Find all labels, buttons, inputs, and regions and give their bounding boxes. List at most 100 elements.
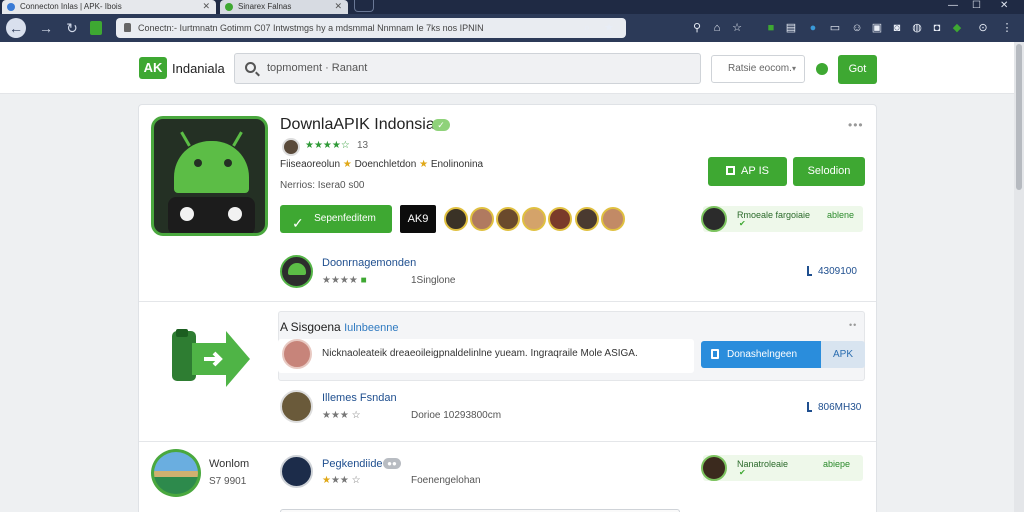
user-avatar[interactable] [601,207,625,231]
rating-count: 13 [357,140,369,151]
antenna-shape [180,131,191,147]
developer-avatar [701,455,727,481]
search-input[interactable]: topmoment · Ranant [234,53,701,84]
android-eye-shape [224,159,232,167]
bookmark-star-icon[interactable]: ★ [602,21,616,35]
user-avatar[interactable] [470,207,494,231]
user-avatar[interactable] [575,207,599,231]
tab-label: Sinarex Falnas [238,2,292,11]
new-tab-button[interactable] [354,0,374,12]
home-icon[interactable]: ⌂ [710,21,724,35]
extension-info-icon[interactable]: ● [806,21,820,35]
window-close-icon[interactable]: ✕ [1000,0,1008,11]
developer-name: Rmoeale fargoiaie [737,210,811,220]
row-title[interactable]: Illemes Fsndan [322,392,397,404]
back-icon[interactable]: ← [6,18,26,38]
developer-chip[interactable]: Rmoeale fargoiaie ablene ✔ [701,206,863,232]
site-brand-name[interactable]: Indaniala [172,61,225,76]
dot-shape [180,207,194,221]
more-icon[interactable]: ••• [848,118,864,132]
zoom-icon[interactable]: ⌕ [580,21,594,35]
site-logo[interactable]: AK [139,57,167,79]
extension-lock-icon[interactable]: ▣ [870,21,884,35]
side-sub: S7 9901 [209,476,247,487]
developer-tag: abiepe [823,459,851,469]
star-icon: ★ [342,159,352,170]
browser-menu-icon[interactable]: ⋮ [1000,21,1014,35]
maximize-icon[interactable]: ☐ [972,0,981,11]
banner-heading-link[interactable]: Iulnbeenne [344,322,398,334]
android-eye-shape [194,159,202,167]
star-icon: ★ [419,159,429,170]
row-avatar[interactable] [280,390,313,423]
row-android-icon[interactable] [280,255,313,288]
banner-download-button[interactable]: Donashelngeen [701,341,821,368]
app-title: DownlaAPIK Indonsia [280,116,435,133]
go-button[interactable]: Got [838,55,877,84]
tab-inactive[interactable]: Sinarex Falnas ✕ [220,0,348,14]
reload-icon[interactable]: ↻ [62,18,82,38]
minimize-icon[interactable]: — [948,0,958,11]
row-meta: Foenengelohan [411,475,481,486]
favorite-star-icon[interactable]: ☆ [730,21,744,35]
search-placeholder: topmoment · Ranant [267,62,368,74]
row-meta: 1Singlone [411,275,456,286]
banner-apk-button[interactable]: APK [821,341,865,368]
row-meta: Dorioe 10293800cm [411,410,502,421]
row-title[interactable]: Doonrnagemonden [322,257,416,269]
chat-icon[interactable] [816,63,828,75]
search-icon[interactable]: ⚲ [690,21,704,35]
close-tab-icon[interactable]: ✕ [202,1,210,12]
user-avatar[interactable] [444,207,468,231]
app-android-icon[interactable] [151,116,268,236]
category-select[interactable]: Ratsie eocom. ▾ [711,55,805,83]
select-button[interactable]: Selodion [793,157,865,186]
extension-android-icon[interactable]: ◆ [950,21,964,35]
dot-shape [228,207,242,221]
chat-bubble-icon: ●● [383,458,401,469]
app-category-left: Fiiseaoreolun [280,159,341,170]
divider [139,301,876,302]
extension-list-icon[interactable]: ▤ [784,21,798,35]
landscape-thumbnail[interactable] [151,449,201,497]
extension-flag-icon[interactable]: ◘ [930,21,944,35]
user-avatar[interactable] [496,207,520,231]
extension-puzzle-icon[interactable]: ■ [764,21,778,35]
apk-badge[interactable]: AK9 [400,205,436,233]
apk-button[interactable]: AP IS [708,157,787,186]
file-icon [711,349,719,359]
extension-tag-icon[interactable]: ▭ [828,21,842,35]
extension-menu-icon[interactable]: ⊙ [976,21,990,35]
close-tab-icon[interactable]: ✕ [334,1,342,12]
check-icon: ✔ [739,468,746,477]
row-download-count: 806MH30 [807,402,861,413]
row-title[interactable]: Pegkendiide [322,458,383,470]
user-avatar[interactable] [522,207,546,231]
banner-heading-text: A Sisgoena [280,320,341,334]
tab-label: Connecton Inlas | APK- Ibois [20,2,122,11]
site-header: AK Indaniala topmoment · Ranant Ratsie e… [0,42,1014,94]
address-bar[interactable]: Conectn:- Iurtmnatn Gotimm C07 Intwstmgs… [116,18,626,38]
android-head-shape [174,141,249,193]
site-shield-icon[interactable] [90,21,102,35]
forward-icon[interactable]: → [36,18,56,38]
more-icon[interactable]: •• [849,320,857,330]
scrollbar-thumb[interactable] [1016,44,1022,190]
chevron-down-icon: ▾ [791,64,796,73]
address-text: Conectn:- Iurtmnatn Gotimm C07 Intwstmgs… [138,23,484,33]
download-button-label: Sepenfeditem [314,213,376,224]
developer-chip[interactable]: Nanatroleaie abiepe ✔ [701,455,863,481]
row-logo[interactable] [280,455,313,488]
download-button[interactable]: ✓ Sepenfeditem [280,205,392,233]
row-stars-icon: ★★★ ☆ [322,410,361,421]
extension-emoji-icon[interactable]: ☺ [850,21,864,35]
user-avatar[interactable] [548,207,572,231]
developer-avatar[interactable] [282,138,300,156]
developer-avatar [701,206,727,232]
category-select-value: Ratsie eocom. [728,63,792,74]
extension-badge-icon[interactable]: ◙ [890,21,904,35]
extension-key-icon[interactable]: ◍ [910,21,924,35]
check-icon: ✔ [739,219,746,228]
apk-button-label: AP IS [741,165,769,177]
tab-active[interactable]: Connecton Inlas | APK- Ibois ✕ [2,0,216,14]
